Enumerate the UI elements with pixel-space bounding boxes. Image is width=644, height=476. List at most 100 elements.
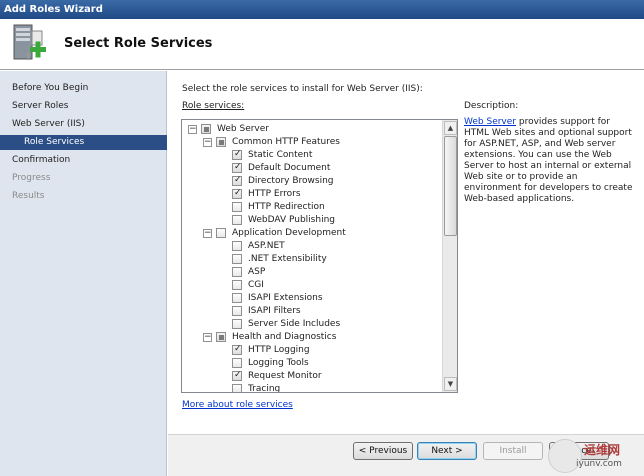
tree-row-label: CGI <box>248 280 264 290</box>
nav-step-role-services[interactable]: Role Services <box>0 135 167 150</box>
watermark-text-1: 运维网 <box>584 443 621 457</box>
tree-row[interactable]: ASP <box>182 266 440 279</box>
collapse-icon[interactable]: − <box>203 229 212 238</box>
role-checkbox[interactable] <box>232 174 242 187</box>
wizard-steps-nav: Before You Begin Server Roles Web Server… <box>0 71 167 476</box>
scroll-up-icon[interactable]: ▲ <box>444 121 457 135</box>
window-title-bar: Add Roles Wizard <box>0 0 644 19</box>
tree-row-label: HTTP Errors <box>248 189 301 199</box>
more-about-role-services-link[interactable]: More about role services <box>182 400 293 410</box>
tree-row[interactable]: ASP.NET <box>182 240 440 253</box>
role-checkbox[interactable] <box>232 293 242 303</box>
nav-step-progress: Progress <box>12 173 51 183</box>
tree-row[interactable]: HTTP Errors <box>182 187 440 201</box>
tree-row-label: Server Side Includes <box>248 319 341 329</box>
role-checkbox[interactable] <box>232 241 242 251</box>
role-checkbox[interactable] <box>201 124 211 134</box>
install-button: Install <box>483 442 543 460</box>
role-checkbox[interactable] <box>232 161 242 174</box>
next-button[interactable]: Next > <box>417 442 477 460</box>
tree-row-label: Common HTTP Features <box>232 137 340 147</box>
role-checkbox[interactable] <box>216 332 226 342</box>
tree-row[interactable]: − Application Development <box>182 227 440 240</box>
tree-row-label: HTTP Redirection <box>248 202 325 212</box>
description-body: provides support for HTML Web sites and … <box>464 117 633 204</box>
web-server-link[interactable]: Web Server <box>464 117 516 127</box>
nav-step-server-roles[interactable]: Server Roles <box>12 101 68 111</box>
role-checkbox[interactable] <box>232 319 242 329</box>
tree-row[interactable]: Logging Tools <box>182 357 440 370</box>
role-checkbox[interactable] <box>232 384 242 392</box>
tree-row-label: ISAPI Extensions <box>248 293 323 303</box>
tree-row-label: WebDAV Publishing <box>248 215 335 225</box>
tree-content: −Web Server−Common HTTP FeaturesStatic C… <box>182 120 442 392</box>
tree-row[interactable]: Directory Browsing <box>182 174 440 188</box>
role-checkbox[interactable] <box>232 187 242 200</box>
tree-row-label: Request Monitor <box>248 371 322 381</box>
tree-row[interactable]: ISAPI Filters <box>182 305 440 318</box>
role-checkbox[interactable] <box>232 306 242 316</box>
role-checkbox[interactable] <box>232 358 242 368</box>
tree-row[interactable]: − Health and Diagnostics <box>182 331 440 344</box>
tree-row[interactable]: Default Document <box>182 161 440 175</box>
tree-row-label: ASP <box>248 267 266 277</box>
tree-row-label: Application Development <box>232 228 346 238</box>
tree-row-label: Web Server <box>217 124 269 134</box>
tree-row-label: ISAPI Filters <box>248 306 301 316</box>
instruction-text: Select the role services to install for … <box>182 84 423 94</box>
role-checkbox[interactable] <box>232 202 242 212</box>
tree-row-label: ASP.NET <box>248 241 285 251</box>
tree-row-label: Tracing <box>248 384 281 393</box>
role-checkbox[interactable] <box>216 228 226 238</box>
tree-row[interactable]: CGI <box>182 279 440 292</box>
tree-row[interactable]: HTTP Logging <box>182 343 440 357</box>
page-title: Select Role Services <box>64 36 213 51</box>
tree-row[interactable]: Tracing <box>182 383 440 393</box>
role-checkbox[interactable] <box>232 369 242 382</box>
tree-vertical-scrollbar[interactable]: ▲ ▼ <box>442 120 457 392</box>
nav-step-results: Results <box>12 191 45 201</box>
description-title: Description: <box>464 101 519 111</box>
wizard-header: Select Role Services <box>0 19 644 70</box>
scroll-thumb[interactable] <box>444 136 457 236</box>
role-checkbox[interactable] <box>216 137 226 147</box>
main-panel: Select the role services to install for … <box>168 71 644 434</box>
collapse-icon[interactable]: − <box>203 138 212 147</box>
tree-row-label: Default Document <box>248 163 331 173</box>
role-checkbox[interactable] <box>232 148 242 161</box>
tree-row-label: Logging Tools <box>248 358 309 368</box>
role-checkbox[interactable] <box>232 280 242 290</box>
tree-row-label: HTTP Logging <box>248 345 310 355</box>
watermark-text-2: iyunv.com <box>576 459 622 469</box>
tree-row[interactable]: Server Side Includes <box>182 318 440 331</box>
watermark-logo: 运维网 iyunv.com <box>548 437 644 476</box>
window-title: Add Roles Wizard <box>4 4 103 15</box>
tree-row-label: Directory Browsing <box>248 176 334 186</box>
tree-row[interactable]: WebDAV Publishing <box>182 214 440 227</box>
tree-row[interactable]: Request Monitor <box>182 369 440 383</box>
role-checkbox[interactable] <box>232 215 242 225</box>
tree-row[interactable]: Static Content <box>182 148 440 162</box>
previous-button[interactable]: < Previous <box>353 442 413 460</box>
role-checkbox[interactable] <box>232 267 242 277</box>
tree-row[interactable]: ISAPI Extensions <box>182 292 440 305</box>
tree-row-label: Health and Diagnostics <box>232 332 337 342</box>
role-services-label: Role services: <box>182 101 245 111</box>
tree-row-label: Static Content <box>248 150 313 160</box>
tree-row[interactable]: HTTP Redirection <box>182 201 440 214</box>
tree-row-label: .NET Extensibility <box>248 254 327 264</box>
collapse-icon[interactable]: − <box>203 333 212 342</box>
server-add-icon <box>13 24 46 61</box>
nav-step-web-server[interactable]: Web Server (IIS) <box>12 119 85 129</box>
role-checkbox[interactable] <box>232 254 242 264</box>
nav-step-confirmation[interactable]: Confirmation <box>12 155 70 165</box>
role-services-tree[interactable]: −Web Server−Common HTTP FeaturesStatic C… <box>181 119 458 393</box>
tree-row[interactable]: .NET Extensibility <box>182 253 440 266</box>
scroll-down-icon[interactable]: ▼ <box>444 377 457 391</box>
nav-step-before-you-begin[interactable]: Before You Begin <box>12 83 88 93</box>
tree-row[interactable]: − Web Server <box>182 123 440 136</box>
description-text: Web Server provides support for HTML Web… <box>464 117 636 205</box>
role-checkbox[interactable] <box>232 343 242 356</box>
tree-row[interactable]: − Common HTTP Features <box>182 136 440 149</box>
collapse-icon[interactable]: − <box>188 125 197 134</box>
